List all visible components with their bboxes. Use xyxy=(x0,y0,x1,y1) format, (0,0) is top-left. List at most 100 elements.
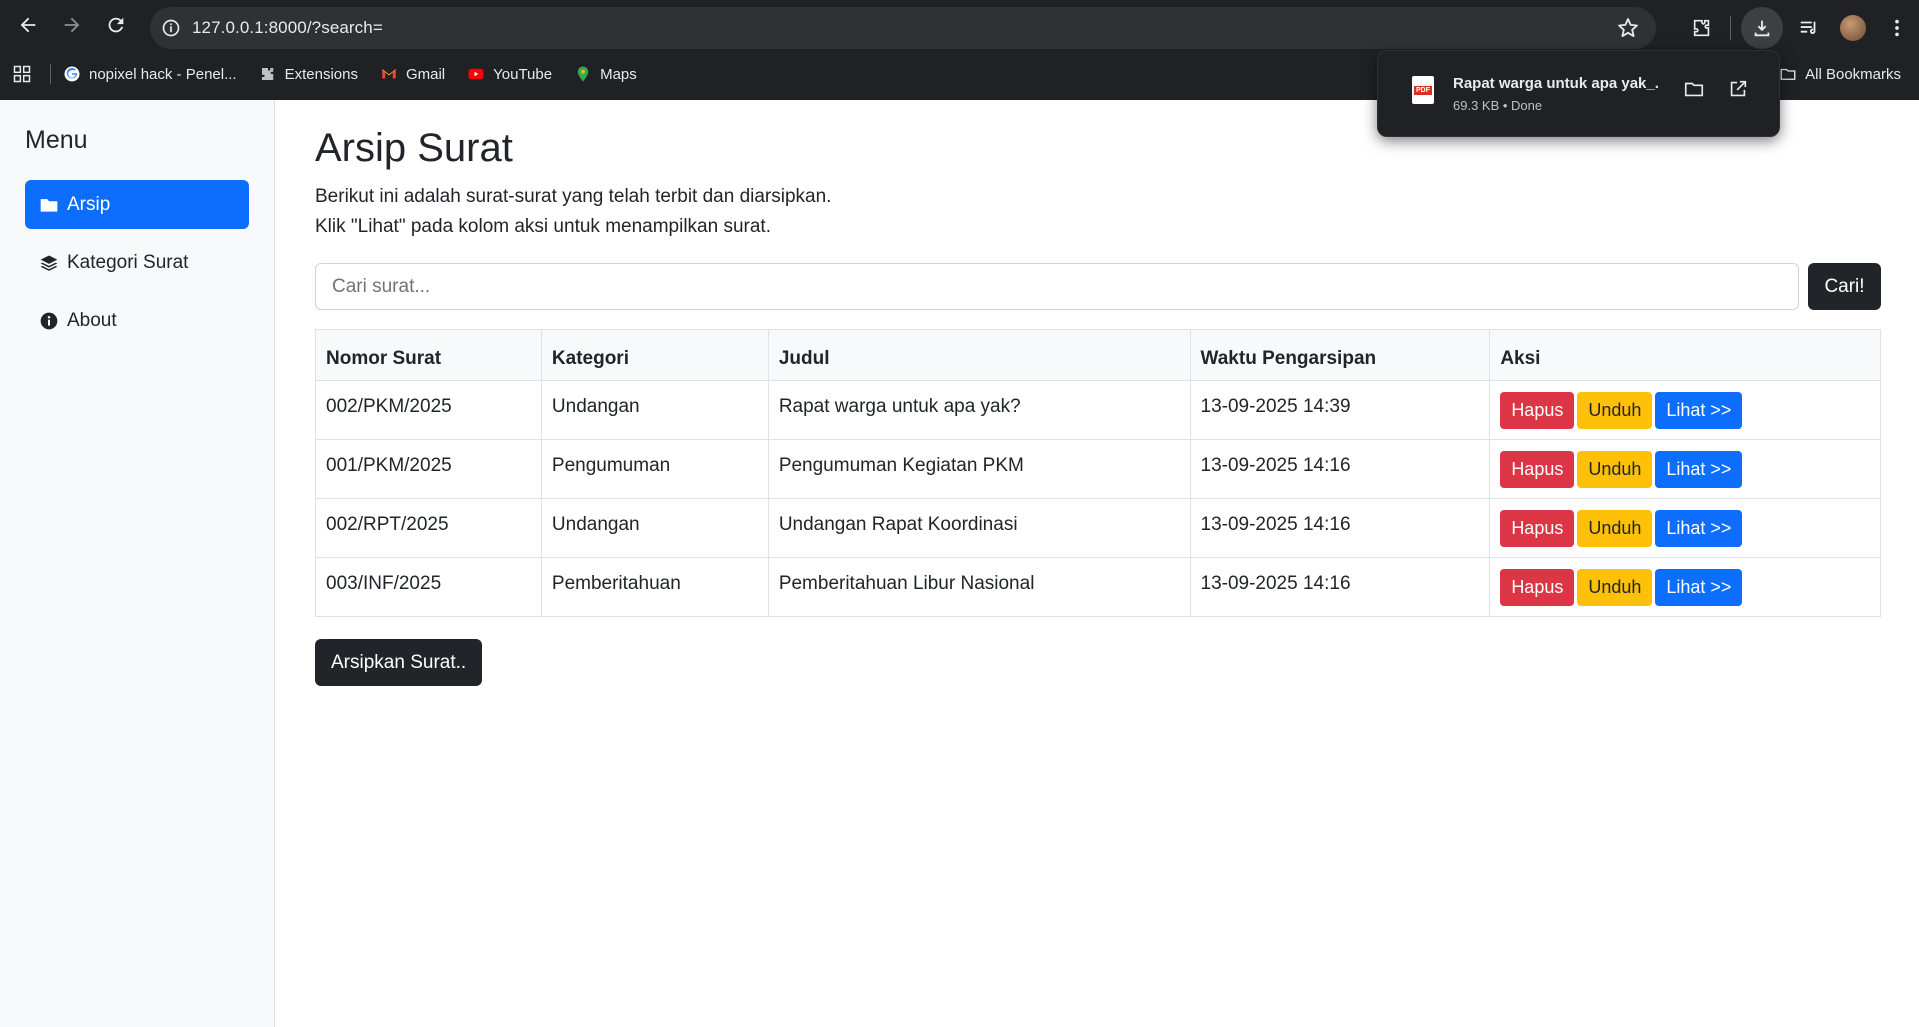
avatar xyxy=(1840,15,1866,41)
bookmark-label: YouTube xyxy=(493,65,553,83)
site-info-icon[interactable] xyxy=(150,7,192,49)
download-button[interactable]: Unduh xyxy=(1577,391,1653,429)
search-button[interactable]: Cari! xyxy=(1808,263,1881,310)
sidebar: Menu Arsip Kategori Surat About xyxy=(0,100,275,1027)
bookmark-star-icon[interactable] xyxy=(1616,16,1640,40)
table-row: 002/PKM/2025 Undangan Rapat warga untuk … xyxy=(315,380,1881,440)
view-button[interactable]: Lihat >> xyxy=(1655,568,1743,606)
delete-button[interactable]: Hapus xyxy=(1500,568,1575,606)
info-icon xyxy=(40,312,58,329)
cell-waktu: 13-09-2025 14:39 xyxy=(1189,380,1491,440)
download-button[interactable]: Unduh xyxy=(1577,568,1653,606)
arrow-left-icon xyxy=(20,17,36,33)
downloads-button[interactable] xyxy=(1741,7,1783,49)
page: Menu Arsip Kategori Surat About Arsip Su… xyxy=(0,100,1919,1027)
google-icon xyxy=(63,65,81,83)
cell-kategori: Pengumuman xyxy=(540,439,769,499)
view-button[interactable]: Lihat >> xyxy=(1655,391,1743,429)
apps-button[interactable] xyxy=(0,64,44,84)
download-button[interactable]: Unduh xyxy=(1577,450,1653,488)
profile-button[interactable] xyxy=(1831,7,1875,49)
cell-nomor: 003/INF/2025 xyxy=(315,557,542,617)
cell-kategori: Pemberitahuan xyxy=(540,557,769,617)
address-bar[interactable]: 127.0.0.1:8000/?search= xyxy=(150,7,1656,49)
table-header-row: Nomor Surat Kategori Judul Waktu Pengars… xyxy=(315,329,1881,381)
view-button[interactable]: Lihat >> xyxy=(1655,509,1743,547)
cell-judul: Rapat warga untuk apa yak? xyxy=(767,380,1191,440)
open-external-icon xyxy=(1730,80,1747,97)
playlist-icon xyxy=(1800,21,1816,34)
cell-judul: Pemberitahuan Libur Nasional xyxy=(767,557,1191,617)
all-bookmarks-label: All Bookmarks xyxy=(1805,65,1901,83)
media-controls-button[interactable] xyxy=(1787,7,1831,49)
bookmark-nopixel[interactable]: nopixel hack - Penel... xyxy=(63,65,237,83)
reload-icon xyxy=(108,17,124,33)
back-button[interactable] xyxy=(6,5,50,45)
bookmark-maps[interactable]: Maps xyxy=(574,65,637,83)
archive-letter-button[interactable]: Arsipkan Surat.. xyxy=(315,639,483,686)
apps-grid-icon xyxy=(13,65,31,83)
chrome-menu-button[interactable] xyxy=(1875,7,1919,49)
puzzle-icon xyxy=(1693,19,1710,37)
show-in-folder-button[interactable] xyxy=(1681,76,1707,102)
forward-button[interactable] xyxy=(50,5,94,45)
sidebar-item-about[interactable]: About xyxy=(25,296,249,345)
download-icon xyxy=(1754,20,1770,37)
delete-button[interactable]: Hapus xyxy=(1500,509,1575,547)
maps-icon xyxy=(574,65,592,83)
view-button[interactable]: Lihat >> xyxy=(1655,450,1743,488)
cell-nomor: 002/PKM/2025 xyxy=(315,380,542,440)
cell-waktu: 13-09-2025 14:16 xyxy=(1189,498,1491,558)
open-external-button[interactable] xyxy=(1725,76,1751,102)
column-header-nomor: Nomor Surat xyxy=(315,329,542,381)
search-input[interactable] xyxy=(315,263,1799,310)
archive-table: Nomor Surat Kategori Judul Waktu Pengars… xyxy=(315,329,1881,617)
bookmark-label: nopixel hack - Penel... xyxy=(89,65,237,83)
table-row: 002/RPT/2025 Undangan Undangan Rapat Koo… xyxy=(315,498,1881,558)
cell-judul: Undangan Rapat Koordinasi xyxy=(767,498,1191,558)
column-header-waktu: Waktu Pengarsipan xyxy=(1189,329,1491,381)
folder-icon xyxy=(40,198,58,212)
youtube-icon xyxy=(467,65,485,83)
sidebar-title: Menu xyxy=(25,126,88,154)
sidebar-item-arsip[interactable]: Arsip xyxy=(25,180,249,229)
download-button[interactable]: Unduh xyxy=(1577,509,1653,547)
bookmark-extensions[interactable]: Extensions xyxy=(259,65,358,83)
bookmark-label: Gmail xyxy=(405,65,446,83)
column-header-aksi: Aksi xyxy=(1489,329,1881,381)
cell-actions: Hapus Unduh Lihat >> xyxy=(1489,498,1881,558)
all-bookmarks-button[interactable]: All Bookmarks xyxy=(1779,65,1901,83)
gmail-icon xyxy=(380,65,398,83)
sidebar-item-label: About xyxy=(67,309,117,331)
cell-kategori: Undangan xyxy=(540,380,769,440)
bookmark-gmail[interactable]: Gmail xyxy=(380,65,445,83)
url-text[interactable]: 127.0.0.1:8000/?search= xyxy=(192,18,383,38)
sidebar-item-label: Arsip xyxy=(67,193,111,215)
cell-waktu: 13-09-2025 14:16 xyxy=(1189,557,1491,617)
arrow-right-icon xyxy=(64,17,80,33)
reload-button[interactable] xyxy=(94,5,138,45)
toolbar-divider xyxy=(1730,16,1731,40)
table-row: 001/PKM/2025 Pengumuman Pengumuman Kegia… xyxy=(315,439,1881,499)
table-row: 003/INF/2025 Pemberitahuan Pemberitahuan… xyxy=(315,557,1881,617)
download-filename[interactable]: Rapat warga untuk apa yak_. xyxy=(1453,75,1665,92)
sidebar-item-label: Kategori Surat xyxy=(67,251,189,273)
delete-button[interactable]: Hapus xyxy=(1500,391,1575,429)
page-description-line-1: Berikut ini adalah surat-surat yang tela… xyxy=(315,186,832,207)
layers-icon xyxy=(40,255,58,271)
bookmarks-divider xyxy=(50,64,51,84)
puzzle-icon xyxy=(259,65,277,83)
folder-icon xyxy=(1780,68,1796,80)
sidebar-item-kategori-surat[interactable]: Kategori Surat xyxy=(25,238,249,287)
column-header-kategori: Kategori xyxy=(540,329,769,381)
extensions-button[interactable] xyxy=(1680,7,1724,49)
column-header-judul: Judul xyxy=(767,329,1191,381)
page-description-line-2: Klik "Lihat" pada kolom aksi untuk menam… xyxy=(315,216,771,237)
cell-actions: Hapus Unduh Lihat >> xyxy=(1489,380,1881,440)
bookmark-youtube[interactable]: YouTube xyxy=(467,65,552,83)
kebab-menu-icon xyxy=(1895,19,1899,37)
page-title: Arsip Surat xyxy=(315,126,513,170)
cell-actions: Hapus Unduh Lihat >> xyxy=(1489,557,1881,617)
delete-button[interactable]: Hapus xyxy=(1500,450,1575,488)
cell-actions: Hapus Unduh Lihat >> xyxy=(1489,439,1881,499)
